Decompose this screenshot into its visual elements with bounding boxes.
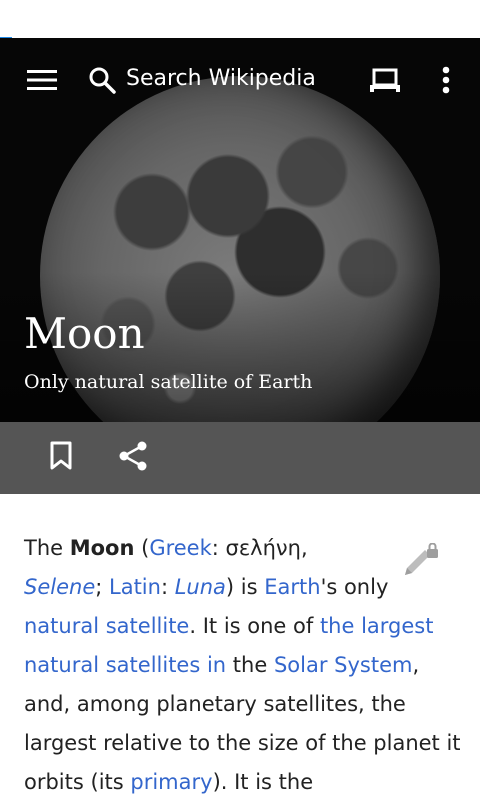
toolbar: Search Wikipedia — [0, 38, 480, 120]
text: . It is one of — [189, 614, 320, 638]
text: ) is — [225, 575, 265, 599]
link-natural-satellite[interactable]: natural satellite — [24, 614, 189, 638]
text: the — [226, 653, 274, 677]
reading-list-button[interactable] — [362, 60, 408, 104]
lead-image: Search Wikipedia Moon Only natural satel… — [0, 38, 480, 422]
menu-icon — [27, 68, 57, 96]
link-text: Selene — [24, 575, 96, 599]
link-luna[interactable]: Luna — [175, 575, 226, 599]
status-bar — [0, 0, 480, 38]
article-subject: Moon — [69, 536, 135, 560]
reading-list-icon — [369, 67, 401, 97]
page-description: Only natural satellite of Earth — [24, 371, 313, 393]
link-solar-system[interactable]: Solar System — [274, 653, 413, 677]
share-icon — [118, 440, 148, 476]
text: ( — [134, 536, 150, 560]
text: : — [160, 575, 175, 599]
link-text: Luna — [174, 575, 226, 599]
link-greek[interactable]: Greek — [149, 536, 211, 560]
save-page-button[interactable] — [40, 436, 82, 480]
more-vert-icon — [442, 66, 450, 98]
share-button[interactable] — [112, 436, 154, 480]
text: 's only — [320, 575, 389, 599]
article-action-bar — [0, 422, 480, 494]
article-lead-paragraph: The Moon (Greek: σελήνη, Selene; Latin: … — [24, 529, 464, 802]
link-latin[interactable]: Latin — [109, 575, 161, 599]
text: ). It is the — [212, 770, 314, 794]
search-icon — [88, 66, 116, 98]
text: : σελήνη, — [211, 536, 308, 560]
text: ; — [95, 575, 109, 599]
link-primary[interactable]: primary — [130, 770, 212, 794]
text: The — [24, 536, 70, 560]
search-input[interactable]: Search Wikipedia — [126, 66, 316, 91]
page-title: Moon — [24, 309, 145, 358]
more-options-button[interactable] — [428, 60, 464, 104]
menu-button[interactable] — [20, 60, 64, 104]
search-button[interactable] — [84, 60, 120, 104]
bookmark-icon — [49, 441, 73, 475]
link-selene[interactable]: Selene — [24, 575, 95, 599]
link-earth[interactable]: Earth — [264, 575, 320, 599]
